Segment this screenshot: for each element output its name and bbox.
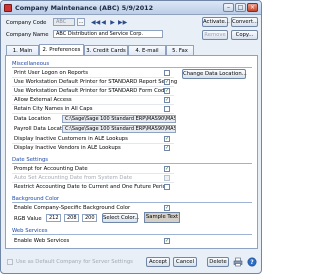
nav-prev-icon[interactable]: ◀: [100, 19, 107, 26]
checkbox-print-user-logon[interactable]: [164, 70, 170, 76]
help-icon[interactable]: ?: [247, 257, 257, 267]
option-city-caps: Retain City Names in All Caps: [14, 106, 93, 112]
change-data-location-button[interactable]: Change Data Location...: [182, 69, 247, 79]
cancel-button[interactable]: Cancel: [173, 257, 197, 267]
company-name-field[interactable]: ABC Distribution and Service Corp.: [53, 30, 163, 38]
option-default-printer-form: Use Workstation Default Printer for STAN…: [14, 88, 168, 94]
company-maintenance-window: Company Maintenance (ABC) 5/9/2012 – □ ×…: [0, 0, 262, 274]
convert-button[interactable]: Convert...: [231, 17, 258, 27]
nav-first-icon[interactable]: ◀◀: [91, 19, 100, 26]
nav-last-icon[interactable]: ▶▶: [118, 19, 127, 26]
checkbox-restrict-accounting-date[interactable]: [164, 184, 170, 190]
rgb-green-field[interactable]: 208: [64, 214, 79, 222]
checkbox-inactive-customers[interactable]: ✓: [164, 136, 170, 142]
minimize-button[interactable]: –: [223, 3, 234, 12]
option-company-background-color: Enable Company-Specific Background Color: [14, 205, 131, 211]
company-name-label: Company Name: [6, 32, 49, 38]
option-default-printer-report: Use Workstation Default Printer for STAN…: [14, 79, 178, 85]
row-divider: [12, 104, 174, 105]
row-divider: [12, 182, 174, 183]
section-divider: [12, 234, 252, 235]
checkbox-auto-set-accounting-date[interactable]: [164, 175, 170, 181]
rgb-value-label: RGB Value: [14, 216, 42, 222]
rgb-red-field[interactable]: 212: [46, 214, 61, 222]
option-auto-set-accounting-date: Auto Set Accounting Date from System Dat…: [14, 175, 133, 181]
checkbox-default-printer-form[interactable]: ✓: [164, 88, 170, 94]
checkbox-default-printer-report[interactable]: ✓: [164, 79, 170, 85]
checkbox-default-company[interactable]: [7, 259, 13, 265]
row-divider: [12, 77, 174, 78]
section-divider: [12, 163, 252, 164]
option-inactive-customers: Display Inactive Customers in ALE Lookup…: [14, 136, 128, 142]
app-icon: [4, 4, 12, 12]
checkbox-enable-web-services[interactable]: ✓: [164, 238, 170, 244]
svg-text:?: ?: [250, 259, 254, 266]
maximize-button[interactable]: □: [235, 3, 246, 12]
select-color-button[interactable]: Select Color...: [102, 213, 139, 223]
data-location-field[interactable]: C:\Sage\Sage 100 Standard ERP\MAS90\MAS_…: [62, 115, 176, 123]
option-enable-web-services: Enable Web Services: [14, 238, 70, 244]
row-divider: [12, 173, 174, 174]
option-restrict-accounting-date: Restrict Accounting Date to Current and …: [14, 184, 170, 190]
company-code-field[interactable]: ABC: [53, 18, 75, 26]
checkbox-company-background-color[interactable]: ✓: [164, 205, 170, 211]
row-divider: [12, 95, 174, 96]
accept-button[interactable]: Accept: [146, 257, 170, 267]
checkbox-city-caps[interactable]: [164, 106, 170, 112]
activate-button[interactable]: Activate...: [202, 17, 230, 27]
row-divider: [12, 113, 174, 114]
row-divider: [12, 143, 174, 144]
lookup-icon[interactable]: …: [77, 18, 85, 26]
delete-button[interactable]: Delete: [207, 257, 229, 267]
sample-text-swatch: Sample Text: [144, 212, 180, 223]
title-bar[interactable]: Company Maintenance (ABC) 5/9/2012 – □ ×: [1, 1, 261, 15]
window-title: Company Maintenance (ABC) 5/9/2012: [15, 4, 154, 12]
close-button[interactable]: ×: [247, 3, 258, 12]
data-location-label: Data Location: [14, 116, 51, 122]
section-divider: [12, 202, 252, 203]
row-divider: [12, 86, 174, 87]
printer-icon[interactable]: [233, 257, 243, 267]
company-code-label: Company Code: [6, 20, 47, 26]
rgb-blue-field[interactable]: 200: [82, 214, 97, 222]
payroll-location-field[interactable]: C:\Sage\Sage 100 Standard ERP\MAS90\MAS_…: [62, 125, 176, 133]
option-print-user-logon: Print User Logon on Reports: [14, 70, 88, 76]
remove-button[interactable]: Remove: [202, 30, 228, 40]
copy-button[interactable]: Copy...: [231, 30, 258, 40]
checkbox-inactive-vendors[interactable]: ✓: [164, 145, 170, 151]
preferences-panel: Miscellaneous Change Data Location... Pr…: [5, 55, 258, 249]
section-divider: [12, 67, 252, 68]
option-inactive-vendors: Display Inactive Vendors in ALE Lookups: [14, 145, 121, 151]
checkbox-prompt-accounting-date[interactable]: ✓: [164, 166, 170, 172]
nav-next-icon[interactable]: ▶: [109, 19, 116, 26]
checkbox-allow-external-access[interactable]: ✓: [164, 97, 170, 103]
option-allow-external-access: Allow External Access: [14, 97, 72, 103]
option-prompt-accounting-date: Prompt for Accounting Date: [14, 166, 88, 172]
default-company-label: Use as Default Company for Server Settin…: [16, 259, 133, 265]
